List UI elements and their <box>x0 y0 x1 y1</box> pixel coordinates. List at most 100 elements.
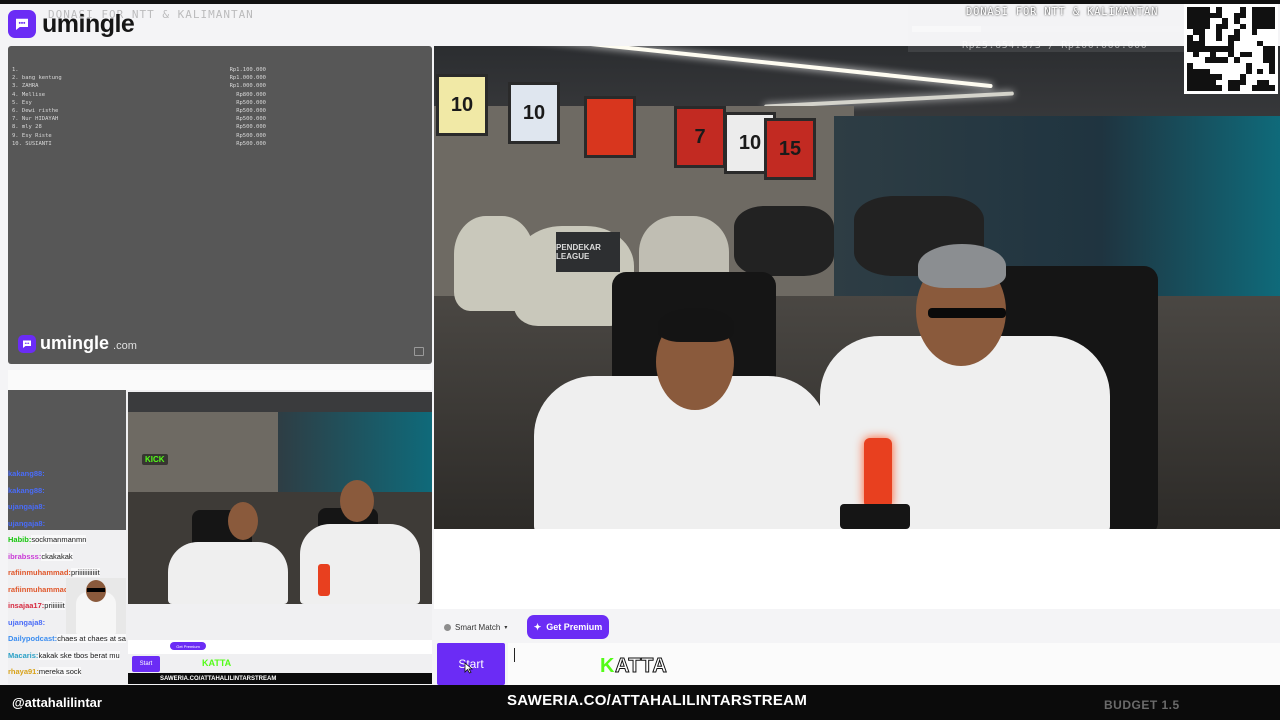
stream-preview: KICK kakang88: kakang88: ujangaja8: ujangaj… <box>8 370 432 684</box>
leaderboard-donor: 6. Dewi risthe <box>12 108 59 115</box>
leaderboard-amount: Rp500.000 <box>236 132 266 139</box>
chat-username: Macaris: <box>8 650 39 660</box>
mic-stand <box>840 504 910 529</box>
donation-progress-fill <box>912 26 982 32</box>
jersey-frame: 7 <box>674 106 726 168</box>
chat-username: ujangaja8: <box>8 518 46 528</box>
stranger-video-panel: 1. Rp1.100.000 2. bang kentung Rp1.000.000… <box>8 46 432 364</box>
leaderboard-donor: 4. Mellise <box>12 91 46 98</box>
leaderboard-donor: 7. Nur HIDAYAH <box>12 116 59 123</box>
get-premium-button[interactable]: ✦ Get Premium <box>527 615 609 639</box>
chat-username: ujangaja8: <box>8 502 46 511</box>
leaderboard-row: 3. ZAHRA Rp1.000.000 <box>8 82 270 90</box>
leaderboard-amount: Rp500.000 <box>236 99 266 106</box>
leaderboard-row: 6. Dewi risthe Rp500.000 <box>8 107 270 115</box>
mouse-cursor-icon <box>464 662 473 674</box>
preview-mini-cam <box>66 578 126 634</box>
chat-username: rhaya91: <box>8 667 39 676</box>
preview-start-button: Start <box>132 656 160 672</box>
hair-left <box>658 308 734 342</box>
chat-text: mereka sock <box>38 667 82 676</box>
preview-header <box>8 370 432 390</box>
leaderboard-row: 10. SUSIANTI Rp500.000 <box>8 140 270 148</box>
chat-message: rhaya91:mereka sock <box>8 664 136 681</box>
stream-screen: DONASI FOR NTT & KALIMANTAN 1. Rp1.100.0… <box>0 0 1280 720</box>
chat-username: kakang88: <box>8 469 45 478</box>
leaderboard-amount: Rp1.000.000 <box>229 75 266 82</box>
donation-amount: Rp25.654.873 / Rp100.000.000 <box>962 40 1148 51</box>
umingle-logo-icon <box>8 10 36 38</box>
self-camera-video: 10 10 7 10 15 PENDEKAR LEAGUE <box>434 46 1280 529</box>
donation-progress-bar <box>912 26 1182 32</box>
chat-message: ibrabsss:ckakakak <box>8 549 136 566</box>
qr-code <box>1184 4 1278 94</box>
leaderboard-row: 1. Rp1.100.000 <box>8 66 270 74</box>
leaderboard-row: 8. mly 28 Rp500.000 <box>8 123 270 131</box>
saweria-link: SAWERIA.CO/ATTAHALILINTARSTREAM <box>507 692 808 709</box>
umingle-logo-icon <box>18 334 36 353</box>
chat-username: kakang88: <box>8 485 45 495</box>
streamer-handle: @attahalilintar <box>12 695 102 710</box>
preview-katta-watermark: KATTA <box>202 658 232 668</box>
jersey-frame <box>584 96 636 158</box>
chat-text: ckakakak <box>41 551 73 561</box>
smart-match-label: Smart Match <box>455 622 501 632</box>
preview-camera: KICK <box>128 392 432 604</box>
kick-badge: KICK <box>142 454 168 465</box>
leaderboard-amount: Rp500.000 <box>236 124 266 131</box>
chat-text: priiiiiiiiiiiit <box>70 568 100 577</box>
chat-username: rafiinmuhammad: <box>8 584 71 594</box>
chat-message: ujangaja8: <box>8 516 136 533</box>
leaderboard-amount: Rp500.000 <box>236 140 266 147</box>
chat-message: ujangaja8: <box>8 499 136 516</box>
leaderboard-donor: 5. Esy <box>12 99 32 106</box>
chat-username: ujangaja8: <box>8 617 46 627</box>
umingle-brand[interactable]: umingle <box>8 8 135 40</box>
chat-username: Habib: <box>8 535 32 544</box>
pendekar-league-sign: PENDEKAR LEAGUE <box>556 232 620 272</box>
umingle-brand-name: umingle <box>42 9 135 38</box>
preview-premium-button: Get Premium <box>170 642 206 650</box>
sunglasses <box>928 308 1006 318</box>
leaderboard-amount: Rp800.000 <box>236 91 266 98</box>
leaderboard-row: 7. Nur HIDAYAH Rp500.000 <box>8 115 270 123</box>
leaderboard-row: 5. Esy Rp500.000 <box>8 99 270 107</box>
sparkle-icon: ✦ <box>533 621 542 632</box>
umingle-watermark-name: umingle <box>40 333 110 353</box>
chat-username: insajaa17: <box>8 601 45 610</box>
smart-match-dropdown[interactable]: Smart Match ▾ <box>444 618 507 636</box>
chat-username: Dailypodcast: <box>8 634 58 643</box>
chat-text: kakak ske tbos berat mu <box>38 650 120 660</box>
leaderboard-donor: 10. SUSIANTI <box>12 140 52 147</box>
chat-username: rafiinmuhammad: <box>8 568 71 577</box>
donation-leaderboard: 1. Rp1.100.000 2. bang kentung Rp1.000.000… <box>8 66 270 148</box>
leaderboard-donor: 8. mly 28 <box>12 124 42 131</box>
leaderboard-donor: 3. ZAHRA <box>12 83 39 90</box>
get-premium-label: Get Premium <box>546 622 603 632</box>
leaderboard-amount: Rp1.000.000 <box>229 83 266 90</box>
report-flag-icon[interactable] <box>414 347 424 356</box>
leaderboard-amount: Rp500.000 <box>236 108 266 115</box>
jersey-frame: 10 <box>508 82 560 144</box>
chat-overlay: kakang88: kakang88: ujangaja8: ujangaja8: Ha… <box>8 466 136 681</box>
budget-label: BUDGET 1.5 <box>1104 698 1180 712</box>
umingle-watermark: umingle .com <box>18 333 137 354</box>
chat-message: Macaris:kakak ske tbos berat mu <box>8 648 136 665</box>
leaderboard-donor: 2. bang kentung <box>12 75 62 82</box>
katta-rest: ATTA <box>614 655 668 678</box>
katta-k: K <box>600 655 615 677</box>
chat-text: chaes at chaes at sa <box>57 634 126 643</box>
text-caret <box>514 648 515 662</box>
hair-right <box>918 244 1006 288</box>
chevron-down-icon: ▾ <box>504 624 508 631</box>
chat-text: sockmanmanmn <box>31 535 87 544</box>
chat-message: kakang88: <box>8 483 136 500</box>
jersey-frame: 10 <box>436 74 488 136</box>
chat-message: kakang88: <box>8 466 136 483</box>
leaderboard-row: 2. bang kentung Rp1.000.000 <box>8 74 270 82</box>
donation-title: DONASI FOR NTT & KALIMANTAN <box>966 6 1159 18</box>
chat-text: priiiiiiit <box>44 601 65 610</box>
microphone <box>864 438 892 508</box>
leaderboard-donor: 9. Esy Riste <box>12 132 52 139</box>
leaderboard-amount: Rp1.100.000 <box>229 67 266 73</box>
